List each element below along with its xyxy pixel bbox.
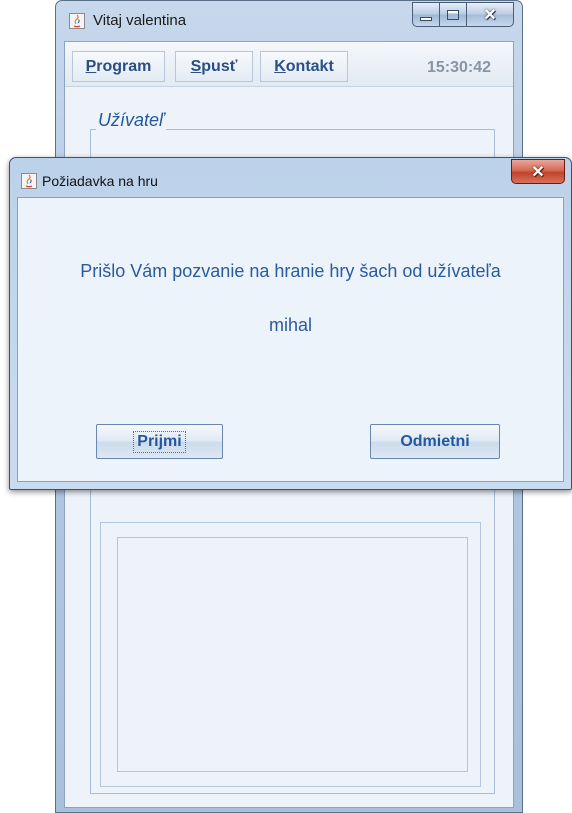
dialog-body: Prišlo Vám pozvanie na hranie hry šach o… <box>17 197 564 482</box>
java-icon <box>21 173 37 189</box>
dialog-close-button[interactable]: ✕ <box>511 159 565 184</box>
close-icon: ✕ <box>483 6 497 24</box>
menu-bar: Program Spusť Kontakt 15:30:42 <box>65 42 513 87</box>
accept-button-label: Prijmi <box>133 430 186 453</box>
menu-program[interactable]: Program <box>72 51 165 82</box>
maximize-button[interactable] <box>440 2 467 27</box>
clock: 15:30:42 <box>426 59 491 76</box>
maximize-icon <box>447 9 459 20</box>
menu-kontakt[interactable]: Kontakt <box>260 51 348 82</box>
menu-kontakt-label: ontakt <box>285 57 334 75</box>
user-group-label: Užívateľ <box>96 110 167 131</box>
menu-spust[interactable]: Spusť <box>175 51 253 82</box>
main-window-title: Vitaj valentina <box>93 12 187 29</box>
minimize-button[interactable] <box>412 2 440 27</box>
java-icon <box>69 13 85 29</box>
game-request-dialog: Požiadavka na hru ✕ Prišlo Vám pozvanie … <box>9 157 572 490</box>
reject-button[interactable]: Odmietni <box>370 424 500 459</box>
reject-button-label: Odmietni <box>400 432 470 450</box>
menu-spust-label: pusť <box>201 57 238 75</box>
accept-button[interactable]: Prijmi <box>96 424 223 459</box>
minimize-icon <box>420 16 432 21</box>
invitation-message: Prišlo Vám pozvanie na hranie hry šach o… <box>80 261 501 281</box>
close-button[interactable]: ✕ <box>467 2 514 27</box>
menu-program-label: rogram <box>96 57 152 75</box>
menu-kontakt-mnemonic: K <box>274 57 286 75</box>
window-controls: ✕ <box>412 2 514 27</box>
main-titlebar[interactable]: Vitaj valentina ✕ <box>56 1 522 41</box>
close-icon: ✕ <box>531 163 545 181</box>
inviting-username: mihal <box>268 315 312 335</box>
menu-program-mnemonic: P <box>85 57 97 75</box>
dialog-title: Požiadavka na hru <box>42 173 158 189</box>
menu-spust-mnemonic: S <box>190 57 202 75</box>
inner-panel <box>117 537 468 772</box>
